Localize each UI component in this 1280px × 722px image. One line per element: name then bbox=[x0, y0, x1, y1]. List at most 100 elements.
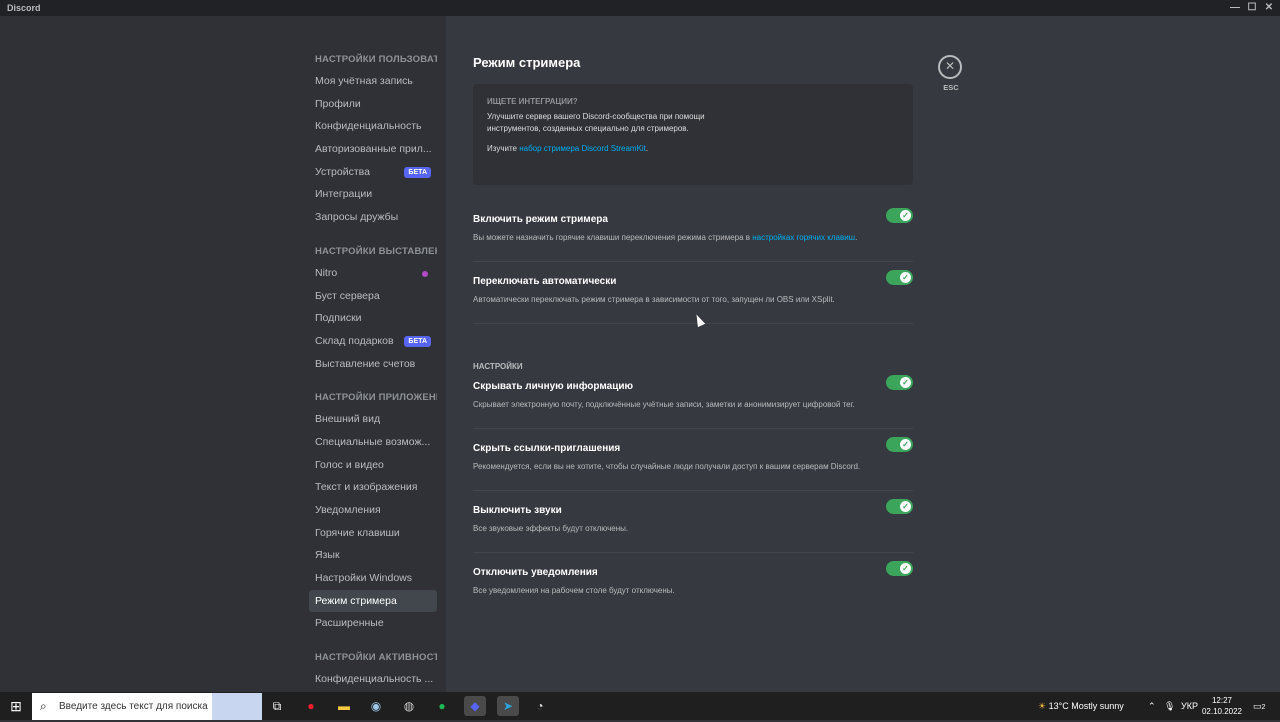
telegram-icon[interactable]: ➤ bbox=[497, 696, 519, 716]
sidebar-item-label: Nitro bbox=[315, 266, 338, 279]
sidebar-item-label: Устройства bbox=[315, 165, 370, 178]
sidebar-item-label: Специальные возмож... bbox=[315, 435, 431, 448]
check-icon: ✓ bbox=[900, 439, 911, 450]
setting-enable-streamer-mode: Включить режим стримера ✓ Вы можете назн… bbox=[473, 208, 913, 262]
sidebar-item[interactable]: Конфиденциальность bbox=[309, 115, 437, 138]
notification-count: 2 bbox=[1261, 704, 1266, 711]
speedtest-icon[interactable]: ◔ bbox=[529, 696, 551, 716]
check-icon: ✓ bbox=[900, 377, 911, 388]
streamkit-link[interactable]: набор стримера Discord StreamKit bbox=[519, 144, 646, 153]
close-icon[interactable]: ✕ bbox=[938, 55, 962, 79]
notifications-icon[interactable]: ▭2 bbox=[1253, 692, 1265, 720]
sidebar-item[interactable]: Запросы дружбы bbox=[309, 206, 437, 229]
sidebar-item[interactable]: Настройки Windows bbox=[309, 567, 437, 590]
sidebar-item-label: Расширенные bbox=[315, 617, 384, 630]
title-bar: Discord — ☐ ✕ bbox=[0, 0, 1280, 16]
date: 02.10.2022 bbox=[1201, 707, 1242, 716]
app-icon[interactable]: ◍ bbox=[398, 696, 420, 716]
sidebar-item[interactable]: Склад подарков БЕТА bbox=[309, 330, 437, 353]
weather-icon: ☀ bbox=[1038, 701, 1047, 711]
sidebar-item-label: Внешний вид bbox=[315, 413, 381, 426]
sidebar-item[interactable]: Голос и видео bbox=[309, 454, 437, 477]
sidebar-item[interactable]: Расширенные bbox=[309, 612, 437, 635]
hide-personal-info-toggle[interactable]: ✓ bbox=[886, 375, 913, 390]
auto-toggle-toggle[interactable]: ✓ bbox=[886, 270, 913, 285]
search-placeholder: Введите здесь текст для поиска bbox=[59, 701, 208, 712]
sidebar-item[interactable]: Выставление счетов bbox=[309, 353, 437, 376]
settings-sidebar: НАСТРОЙКИ ПОЛЬЗОВАТЕ... Моя учётная запис… bbox=[0, 16, 446, 692]
sidebar-item-label: Выставление счетов bbox=[315, 357, 416, 370]
taskbar-search[interactable]: ⌕ Введите здесь текст для поиска bbox=[32, 693, 262, 720]
promo-link-prefix: Изучите bbox=[487, 144, 520, 153]
sidebar-item-label: Режим стримера bbox=[315, 594, 397, 607]
weather-widget[interactable]: ☀ 13°C Mostly sunny bbox=[1038, 692, 1124, 720]
windows-start-icon[interactable]: ⊞ bbox=[0, 692, 32, 720]
sidebar-item[interactable]: Специальные возмож... bbox=[309, 431, 437, 454]
setting-description: Все звуковые эффекты будут отключены. bbox=[473, 524, 629, 533]
sidebar-section-header: НАСТРОЙКИ ПОЛЬЗОВАТЕ... bbox=[315, 54, 437, 65]
sidebar-item[interactable]: Режим стримера bbox=[309, 589, 437, 613]
sidebar-item[interactable]: Моя учётная запись bbox=[309, 70, 437, 93]
tray-chevron-icon[interactable]: ⌃ bbox=[1148, 692, 1156, 720]
sidebar-item[interactable]: Горячие клавиши bbox=[309, 522, 437, 545]
sidebar-item[interactable]: Интеграции bbox=[309, 183, 437, 206]
sidebar-item-label: Моя учётная запись bbox=[315, 75, 413, 87]
setting-description: Рекомендуется, если вы не хотите, чтобы … bbox=[473, 462, 861, 471]
check-icon: ✓ bbox=[900, 210, 911, 221]
search-icon: ⌕ bbox=[40, 699, 47, 713]
sidebar-item-label: Голос и видео bbox=[315, 458, 384, 471]
spotify-icon[interactable]: ● bbox=[431, 696, 453, 716]
settings-content: Режим стримера ИЩЕТЕ ИНТЕГРАЦИИ? Улучшит… bbox=[446, 16, 1280, 692]
discord-icon[interactable]: ◆ bbox=[464, 696, 486, 716]
divider bbox=[473, 261, 913, 262]
microphone-icon[interactable]: 🎙 bbox=[1164, 692, 1175, 720]
sidebar-item[interactable]: Конфиденциальность ... bbox=[309, 668, 437, 691]
sidebar-item[interactable]: Nitro bbox=[309, 262, 437, 285]
sidebar-item[interactable]: Внешний вид bbox=[309, 408, 437, 431]
divider bbox=[473, 552, 913, 553]
setting-title: Переключать автоматически bbox=[473, 276, 617, 287]
sidebar-item-label: Буст сервера bbox=[315, 289, 380, 302]
setting-title: Скрыть ссылки-приглашения bbox=[473, 443, 621, 454]
settings-nav: НАСТРОЙКИ ПОЛЬЗОВАТЕ... Моя учётная запис… bbox=[309, 50, 437, 692]
file-explorer-icon[interactable]: ▬ bbox=[333, 696, 355, 716]
integrations-promo: ИЩЕТЕ ИНТЕГРАЦИИ? Улучшите сервер вашего… bbox=[473, 84, 913, 185]
setting-disable-notifications: Отключить уведомления ✓ Все уведомления … bbox=[473, 561, 913, 595]
sidebar-item-label: Язык bbox=[315, 549, 340, 562]
disable-sounds-toggle[interactable]: ✓ bbox=[886, 499, 913, 514]
weather-text: 13°C Mostly sunny bbox=[1048, 701, 1124, 711]
input-language[interactable]: УКР bbox=[1181, 692, 1198, 720]
setting-title: Скрывать личную информацию bbox=[473, 381, 634, 392]
sidebar-item-label: Конфиденциальность ... bbox=[315, 673, 434, 686]
windows-taskbar: ⊞ ⌕ Введите здесь текст для поиска ⧉ ● ▬… bbox=[0, 692, 1280, 720]
promo-heading: ИЩЕТЕ ИНТЕГРАЦИИ? bbox=[487, 97, 578, 106]
check-icon: ✓ bbox=[900, 272, 911, 283]
sidebar-item[interactable]: Язык bbox=[309, 544, 437, 567]
hide-invite-links-toggle[interactable]: ✓ bbox=[886, 437, 913, 452]
sidebar-item[interactable]: Буст сервера bbox=[309, 285, 437, 308]
esc-label: ESC bbox=[943, 83, 959, 92]
sidebar-item[interactable]: Профили bbox=[309, 93, 437, 116]
task-view-icon[interactable]: ⧉ bbox=[266, 696, 288, 716]
sidebar-item[interactable]: Подписки bbox=[309, 307, 437, 330]
setting-description: Вы можете назначить горячие клавиши пере… bbox=[473, 233, 913, 242]
steam-icon[interactable]: ◉ bbox=[365, 696, 387, 716]
close-window-button[interactable]: ✕ bbox=[1258, 0, 1280, 16]
divider bbox=[473, 323, 913, 324]
sidebar-item[interactable]: Уведомления bbox=[309, 499, 437, 522]
close-settings[interactable]: ✕ ESC bbox=[938, 55, 964, 92]
page-title: Режим стримера bbox=[473, 55, 581, 70]
opera-icon[interactable]: ● bbox=[300, 696, 322, 716]
disable-notifications-toggle[interactable]: ✓ bbox=[886, 561, 913, 576]
sidebar-item-label: Конфиденциальность bbox=[315, 120, 422, 133]
sidebar-item-label: Настройки Windows bbox=[315, 572, 412, 585]
hotkeys-settings-link[interactable]: настройках горячих клавиш bbox=[752, 233, 855, 242]
sidebar-section-header: НАСТРОЙКИ АКТИВНОСТИ bbox=[315, 652, 437, 664]
sidebar-item[interactable]: Устройства БЕТА bbox=[309, 161, 437, 184]
enable-streamer-mode-toggle[interactable]: ✓ bbox=[886, 208, 913, 223]
sidebar-item[interactable]: Авторизованные прил... bbox=[309, 138, 437, 161]
sidebar-item[interactable]: Текст и изображения bbox=[309, 476, 437, 499]
clock[interactable]: 12:27 02.10.2022 bbox=[1202, 695, 1242, 717]
setting-description: Скрывает электронную почту, подключённые… bbox=[473, 400, 855, 409]
